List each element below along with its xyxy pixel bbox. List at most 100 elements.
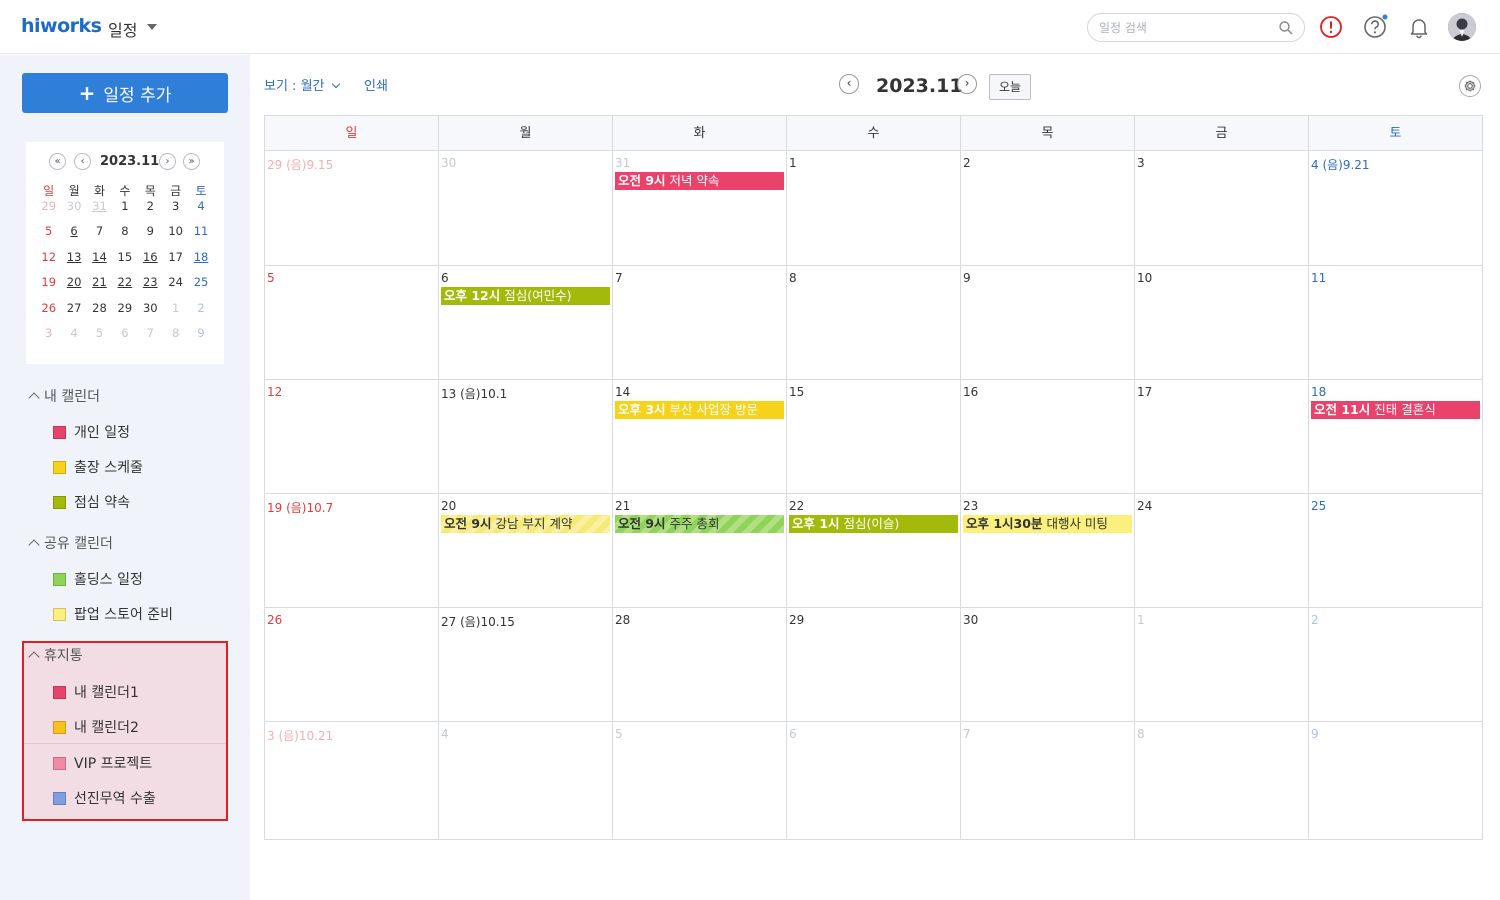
calendar-day-cell[interactable]: 6 오후 12시 점심(여민수) <box>439 266 613 379</box>
trash-item-my-calendar-2[interactable]: 내 캘린더2 <box>53 717 139 737</box>
color-swatch[interactable] <box>53 756 66 770</box>
calendar-event[interactable]: 오후 1시 점심(이슬) <box>789 515 958 533</box>
mini-calendar-day[interactable]: 14 <box>87 249 112 274</box>
mini-calendar-day[interactable]: 25 <box>188 274 213 299</box>
calendar-day-cell[interactable]: 3 (음)10.21 <box>265 722 439 839</box>
mini-calendar-day[interactable]: 31 <box>87 198 112 223</box>
alert-icon[interactable] <box>1318 14 1344 40</box>
mini-calendar-day[interactable]: 16 <box>138 249 163 274</box>
app-switcher-label[interactable]: 일정 <box>108 17 137 41</box>
mini-calendar-day[interactable]: 29 <box>36 198 61 223</box>
mini-calendar-day[interactable]: 27 <box>61 300 86 325</box>
calendar-day-cell[interactable]: 1 <box>1135 608 1309 721</box>
calendar-day-cell[interactable]: 29 (음)9.15 <box>265 151 439 265</box>
my-calendars-header[interactable]: 내 캘린더 <box>28 386 100 406</box>
next-month-icon[interactable]: › <box>159 153 176 170</box>
mini-calendar-day[interactable]: 4 <box>61 325 86 350</box>
calendar-event[interactable]: 오후 3시 부산 사업장 방문 <box>615 401 784 419</box>
view-mode-dropdown[interactable]: 보기 : 월간 <box>264 75 340 94</box>
mini-calendar-day[interactable]: 19 <box>36 274 61 299</box>
calendar-day-cell[interactable]: 25 <box>1309 494 1482 607</box>
calendar-day-cell[interactable]: 8 <box>787 266 961 379</box>
mini-calendar-day[interactable]: 11 <box>188 223 213 248</box>
calendar-day-cell[interactable]: 1 <box>787 151 961 265</box>
trash-item-vip-project[interactable]: VIP 프로젝트 <box>53 753 152 773</box>
mini-calendar-day[interactable]: 20 <box>61 274 86 299</box>
mini-calendar-day[interactable]: 9 <box>138 223 163 248</box>
mini-calendar-day[interactable]: 6 <box>112 325 137 350</box>
mini-calendar-day[interactable]: 21 <box>87 274 112 299</box>
chevron-down-icon[interactable] <box>147 24 157 30</box>
calendar-day-cell[interactable]: 5 <box>613 722 787 839</box>
color-swatch[interactable] <box>53 425 66 439</box>
calendar-day-cell[interactable]: 28 <box>613 608 787 721</box>
calendar-day-cell[interactable]: 4 <box>439 722 613 839</box>
calendar-event[interactable]: 오전 11시 진태 결혼식 <box>1311 401 1480 419</box>
mini-calendar-day[interactable]: 9 <box>188 325 213 350</box>
mini-calendar-day[interactable]: 29 <box>112 300 137 325</box>
color-swatch[interactable] <box>53 720 66 734</box>
mini-calendar-day[interactable]: 28 <box>87 300 112 325</box>
mini-calendar-day[interactable]: 18 <box>188 249 213 274</box>
mini-calendar-day[interactable]: 7 <box>87 223 112 248</box>
mini-calendar-day[interactable]: 1 <box>112 198 137 223</box>
calendar-day-cell[interactable]: 29 <box>787 608 961 721</box>
color-swatch[interactable] <box>53 607 66 621</box>
trash-item-export[interactable]: 선진무역 수출 <box>53 788 156 808</box>
calendar-day-cell[interactable]: 22 오후 1시 점심(이슬) <box>787 494 961 607</box>
calendar-day-cell[interactable]: 2 <box>961 151 1135 265</box>
mini-calendar-day[interactable]: 1 <box>163 300 188 325</box>
calendar-day-cell[interactable]: 9 <box>961 266 1135 379</box>
calendar-day-cell[interactable]: 15 <box>787 380 961 493</box>
calendar-day-cell[interactable]: 20 오전 9시 강남 부지 계약 <box>439 494 613 607</box>
search-icon[interactable] <box>1278 20 1294 36</box>
mini-calendar-day[interactable]: 12 <box>36 249 61 274</box>
calendar-day-cell[interactable]: 30 <box>439 151 613 265</box>
calendar-day-cell[interactable]: 7 <box>613 266 787 379</box>
calendar-event[interactable]: 오전 9시 저녁 약속 <box>615 172 784 190</box>
mini-calendar-day[interactable]: 8 <box>112 223 137 248</box>
notification-bell-icon[interactable] <box>1406 14 1432 40</box>
mini-calendar-day[interactable]: 4 <box>188 198 213 223</box>
color-swatch[interactable] <box>53 460 66 474</box>
calendar-day-cell[interactable]: 31 오전 9시 저녁 약속 <box>613 151 787 265</box>
search-input[interactable] <box>1099 19 1269 37</box>
calendar-day-cell[interactable]: 8 <box>1135 722 1309 839</box>
calendar-item-holdings[interactable]: 홀딩스 일정 <box>53 569 143 589</box>
add-event-button[interactable]: + 일정 추가 <box>22 73 228 113</box>
shared-calendars-header[interactable]: 공유 캘린더 <box>28 533 113 553</box>
mini-calendar-day[interactable]: 30 <box>61 198 86 223</box>
today-button[interactable]: 오늘 <box>989 74 1031 100</box>
calendar-day-cell[interactable]: 7 <box>961 722 1135 839</box>
mini-calendar-day[interactable]: 24 <box>163 274 188 299</box>
calendar-item-business-trip[interactable]: 출장 스케줄 <box>53 457 143 477</box>
calendar-day-cell[interactable]: 26 <box>265 608 439 721</box>
calendar-event[interactable]: 오전 9시 강남 부지 계약 <box>441 515 610 533</box>
color-swatch[interactable] <box>53 572 66 586</box>
help-icon[interactable] <box>1362 14 1388 40</box>
print-link[interactable]: 인쇄 <box>364 75 388 94</box>
mini-calendar-day[interactable]: 22 <box>112 274 137 299</box>
trash-item-my-calendar-1[interactable]: 내 캘린더1 <box>53 682 139 702</box>
calendar-item-personal[interactable]: 개인 일정 <box>53 422 130 442</box>
next-year-icon[interactable]: » <box>183 153 200 170</box>
mini-calendar-day[interactable]: 5 <box>36 223 61 248</box>
calendar-item-popup-store[interactable]: 팝업 스토어 준비 <box>53 604 173 624</box>
mini-calendar-day[interactable]: 3 <box>163 198 188 223</box>
calendar-item-lunch[interactable]: 점심 약속 <box>53 492 130 512</box>
calendar-day-cell[interactable]: 30 <box>961 608 1135 721</box>
calendar-day-cell[interactable]: 3 <box>1135 151 1309 265</box>
calendar-day-cell[interactable]: 19 (음)10.7 <box>265 494 439 607</box>
mini-calendar-day[interactable]: 8 <box>163 325 188 350</box>
mini-calendar-day[interactable]: 2 <box>188 300 213 325</box>
color-swatch[interactable] <box>53 685 66 699</box>
calendar-event[interactable]: 오후 1시30분 대행사 미팅 <box>963 515 1132 533</box>
calendar-day-cell[interactable]: 17 <box>1135 380 1309 493</box>
calendar-day-cell[interactable]: 13 (음)10.1 <box>439 380 613 493</box>
color-swatch[interactable] <box>53 495 66 509</box>
mini-calendar-day[interactable]: 6 <box>61 223 86 248</box>
calendar-day-cell[interactable]: 24 <box>1135 494 1309 607</box>
calendar-day-cell[interactable]: 2 <box>1309 608 1482 721</box>
trash-header[interactable]: 휴지통 <box>28 645 83 665</box>
calendar-day-cell[interactable]: 9 <box>1309 722 1482 839</box>
